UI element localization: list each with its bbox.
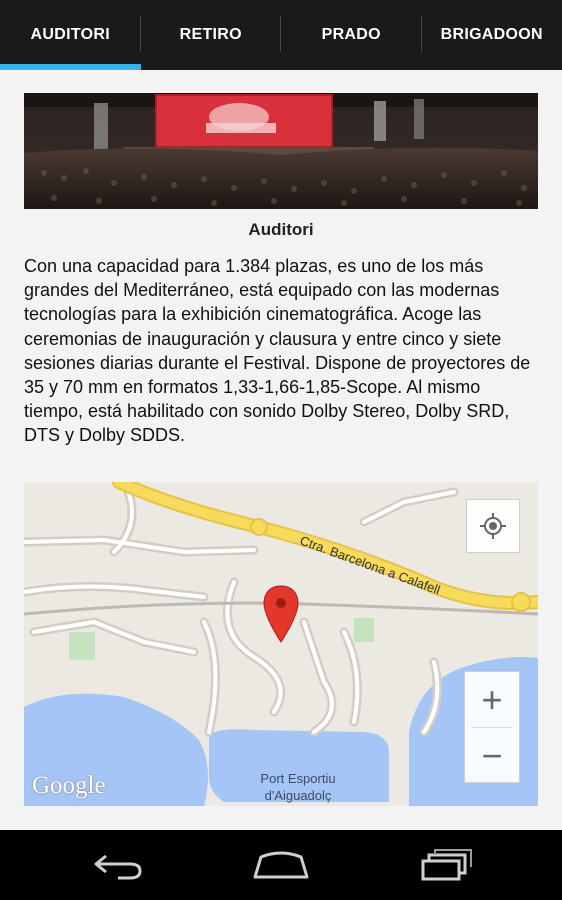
recent-apps-button[interactable] [406,840,486,890]
system-nav-bar [0,830,562,900]
back-button[interactable] [78,840,158,890]
venue-photo [24,93,538,209]
port-label-line1: Port Esportiu [260,771,335,786]
map-canvas[interactable]: Ctra. Barcelona a Calafell Port Esportiu… [24,482,538,806]
zoom-controls: + − [464,671,520,783]
home-icon [253,851,309,879]
home-button[interactable] [241,840,321,890]
port-label-line2: d'Aiguadolç [265,788,332,803]
tab-label: RETIRO [179,26,242,43]
cinema-hall-image [24,93,538,209]
google-logo: Google [32,772,106,799]
zoom-in-button[interactable]: + [465,672,519,727]
my-location-button[interactable] [466,499,520,553]
zoom-out-button[interactable]: − [465,728,519,783]
tab-auditori[interactable]: AUDITORI [0,0,141,70]
tab-retiro[interactable]: RETIRO [141,0,281,70]
recent-apps-icon [421,849,472,881]
venue-map[interactable]: Ctra. Barcelona a Calafell Port Esportiu… [24,482,538,806]
tab-bar: AUDITORI RETIRO PRADO BRIGADOON [0,0,562,70]
back-icon [94,854,142,880]
tab-label: AUDITORI [30,26,110,43]
tab-label: PRADO [321,26,381,43]
venue-caption: Auditori [248,220,314,239]
content-area: Auditori Con una capacidad para 1.384 pl… [0,70,562,830]
tab-prado[interactable]: PRADO [281,0,422,70]
tab-brigadoon[interactable]: BRIGADOON [422,0,562,70]
tab-label: BRIGADOON [440,26,543,43]
venue-description: Con una capacidad para 1.384 plazas, es … [24,256,531,446]
my-location-icon [480,513,506,539]
